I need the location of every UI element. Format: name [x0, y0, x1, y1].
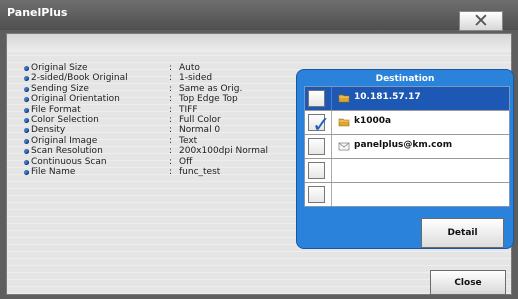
- destination-checkbox[interactable]: ✓: [308, 114, 330, 137]
- checkmark-icon: ✓: [312, 113, 331, 138]
- info-separator: :: [169, 114, 173, 125]
- destination-row[interactable]: panelplus@km.com: [305, 135, 509, 159]
- destination-text: panelplus@km.com: [354, 140, 453, 150]
- bullet-icon: [24, 76, 29, 82]
- bullet-icon: [24, 159, 29, 165]
- info-value: 200x100dpi Normal: [179, 146, 269, 157]
- info-label: Original Size: [31, 63, 88, 73]
- bullet-icon: [24, 97, 29, 103]
- info-separator: :: [169, 83, 173, 94]
- row-divider: [331, 135, 332, 158]
- bullet-icon: [24, 128, 29, 134]
- destination-panel: Destination 10.181.57.17 ✓ k1000a panelp…: [296, 69, 514, 249]
- title-bar: PanelPlus ✕: [0, 0, 518, 31]
- info-label: Density: [31, 125, 66, 136]
- info-label: Original Image: [31, 135, 98, 146]
- info-separator: :: [169, 125, 173, 136]
- bullet-icon: [24, 66, 29, 71]
- row-divider: [331, 183, 332, 206]
- folder-icon: [338, 94, 350, 103]
- bullet-icon: [24, 107, 29, 113]
- bullet-icon: [24, 169, 29, 175]
- info-value: Top Edge Top: [179, 94, 238, 105]
- info-label: File Name: [31, 166, 76, 177]
- destination-text: k1000a: [354, 116, 392, 126]
- destination-checkbox[interactable]: [308, 90, 325, 107]
- destination-row[interactable]: [305, 159, 509, 183]
- info-separator: :: [169, 156, 173, 167]
- destination-text: 10.181.57.17: [354, 92, 421, 102]
- info-value: Off: [179, 156, 193, 167]
- bullet-icon: [24, 149, 29, 155]
- bullet-icon: [24, 138, 29, 144]
- destination-checkbox[interactable]: [308, 138, 325, 155]
- info-value: Auto: [179, 63, 200, 73]
- info-label: Color Selection: [31, 114, 99, 125]
- destination-row[interactable]: [305, 183, 509, 206]
- info-separator: :: [169, 104, 173, 115]
- destination-row[interactable]: 10.181.57.17: [305, 87, 509, 111]
- window-title: PanelPlus: [7, 6, 68, 19]
- info-label: Original Orientation: [31, 94, 120, 105]
- info-separator: :: [169, 73, 173, 84]
- info-separator: :: [169, 63, 173, 73]
- info-label: Continuous Scan: [31, 156, 107, 167]
- info-separator: :: [169, 146, 173, 157]
- bullet-icon: [24, 117, 29, 123]
- destination-title: Destination: [375, 74, 435, 84]
- info-label: Scan Resolution: [31, 146, 103, 157]
- detail-button[interactable]: Detail: [421, 218, 504, 248]
- bullet-icon: [24, 86, 29, 92]
- info-value: Normal 0: [179, 125, 221, 136]
- destination-list: 10.181.57.17 ✓ k1000a panelplus@km.com: [304, 86, 510, 207]
- info-value: Full Color: [179, 114, 221, 125]
- info-label: Sending Size: [31, 83, 89, 94]
- info-value: TIFF: [179, 104, 198, 115]
- folder-icon: [338, 118, 350, 127]
- destination-checkbox[interactable]: [308, 186, 325, 203]
- info-label: 2-sided/Book Original: [31, 73, 128, 84]
- mail-icon: [338, 142, 350, 151]
- info-separator: :: [169, 94, 173, 105]
- row-divider: [331, 159, 332, 182]
- info-value: func_test: [179, 166, 221, 177]
- info-value: Same as Orig.: [179, 83, 243, 94]
- window-close-button[interactable]: ✕: [459, 11, 503, 31]
- info-separator: :: [169, 166, 173, 177]
- destination-row[interactable]: ✓ k1000a: [305, 111, 509, 137]
- close-button[interactable]: Close: [430, 270, 506, 295]
- row-divider: [331, 87, 332, 110]
- destination-checkbox[interactable]: [308, 162, 325, 179]
- info-separator: :: [169, 135, 173, 146]
- close-icon: ✕: [473, 9, 489, 32]
- info-value: 1-sided: [179, 73, 213, 84]
- row-divider: [331, 111, 332, 134]
- info-label: File Format: [31, 104, 81, 115]
- info-value: Text: [179, 135, 198, 146]
